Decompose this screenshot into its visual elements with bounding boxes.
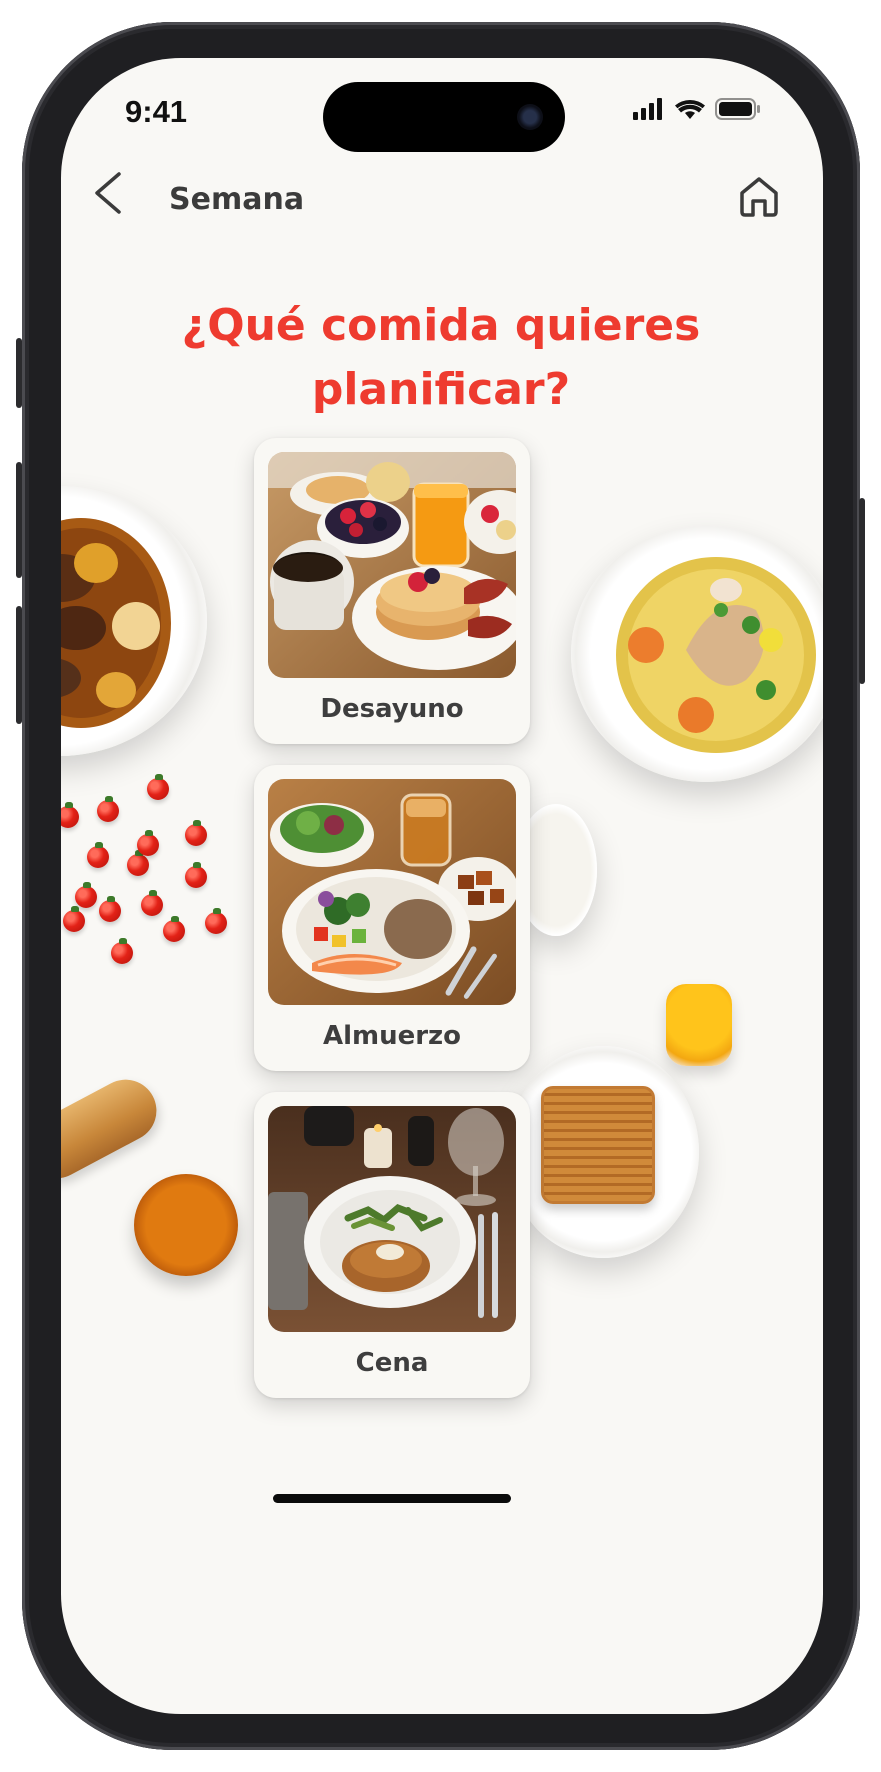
camera-icon <box>517 104 543 130</box>
tomato-decoration <box>87 842 109 868</box>
tomato-decoration <box>185 820 207 846</box>
meal-label: Almuerzo <box>322 1021 462 1051</box>
power-button <box>859 498 865 684</box>
nav-title: Semana <box>169 182 305 217</box>
baguette-decoration <box>61 1068 168 1190</box>
tomato-decoration <box>63 906 85 932</box>
chevron-left-icon <box>95 172 121 214</box>
honey-bowl-decoration <box>134 1174 238 1276</box>
battery-icon <box>715 98 760 120</box>
tomato-decoration <box>99 896 121 922</box>
signal-icon <box>633 98 662 120</box>
breakfast-photo <box>268 452 516 678</box>
status-time: 9:41 <box>125 94 188 129</box>
tomato-decoration <box>137 830 159 856</box>
tomato-decoration <box>111 938 133 964</box>
volume-down-button <box>16 606 22 724</box>
lunch-photo <box>268 779 516 1005</box>
tomato-decoration <box>127 850 149 876</box>
chicken-soup-decoration <box>616 557 816 753</box>
page-title: ¿Qué comida quieres planificar? <box>181 300 701 415</box>
tomato-decoration <box>147 774 169 800</box>
toasted-sandwich-decoration <box>541 1086 655 1204</box>
meal-label: Cena <box>355 1348 429 1378</box>
wifi-icon <box>675 100 705 119</box>
status-icons <box>633 98 761 120</box>
dinner-photo <box>268 1106 516 1332</box>
tomato-decoration <box>163 916 185 942</box>
beef-stew-decoration <box>61 518 171 728</box>
tomato-decoration <box>97 796 119 822</box>
action-button <box>16 338 22 408</box>
back-button[interactable] <box>89 168 129 218</box>
home-icon <box>740 177 778 217</box>
orange-juice-decoration <box>666 984 732 1066</box>
tomato-decoration <box>141 890 163 916</box>
volume-up-button <box>16 462 22 578</box>
tomato-decoration <box>61 802 79 828</box>
home-indicator[interactable] <box>273 1494 511 1503</box>
dynamic-island <box>323 82 565 152</box>
tomato-decoration <box>205 908 227 934</box>
tomato-decoration <box>185 862 207 888</box>
meal-card-desayuno[interactable]: Desayuno <box>254 438 530 744</box>
app-screen: 9:41 Semana ¿Qué comida quieres planific… <box>61 58 823 1714</box>
meal-card-cena[interactable]: Cena <box>254 1092 530 1398</box>
home-button[interactable] <box>737 174 781 218</box>
meal-card-almuerzo[interactable]: Almuerzo <box>254 765 530 1071</box>
tomato-decoration <box>75 882 97 908</box>
meal-label: Desayuno <box>320 694 464 724</box>
